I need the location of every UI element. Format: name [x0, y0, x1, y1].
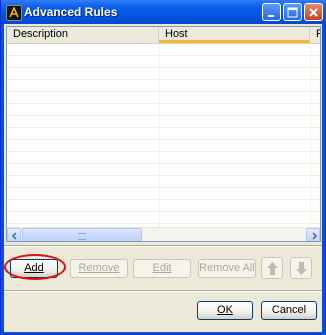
list-rows[interactable] [7, 44, 320, 228]
close-button[interactable] [304, 3, 323, 21]
remove-button[interactable]: Remove [70, 259, 128, 278]
list-row-empty[interactable] [7, 128, 320, 140]
cancel-button-label: Cancel [271, 304, 307, 316]
scroll-left-icon [11, 232, 17, 240]
scroll-left-button[interactable] [7, 228, 21, 241]
list-row-empty[interactable] [7, 176, 320, 188]
remove-all-button-label: Remove All [199, 262, 255, 274]
ok-button[interactable]: OK [197, 301, 253, 320]
list-row-empty[interactable] [7, 140, 320, 152]
list-row-empty[interactable] [7, 104, 320, 116]
app-icon [6, 5, 22, 21]
move-down-icon [296, 262, 307, 275]
rules-list[interactable]: Description Host Po [6, 26, 321, 242]
remove-button-label: Remove [78, 262, 120, 274]
dialog-body: Description Host Po [4, 24, 322, 332]
scroll-right-icon [312, 232, 318, 240]
column-header-host[interactable]: Host [159, 27, 310, 43]
title-bar[interactable]: Advanced Rules [1, 0, 326, 24]
list-row-empty[interactable] [7, 56, 320, 68]
add-button-label: Add [24, 262, 44, 274]
list-row-empty[interactable] [7, 92, 320, 104]
list-row-empty[interactable] [7, 80, 320, 92]
scroll-thumb[interactable] [22, 228, 142, 241]
column-header-port[interactable]: Po [310, 27, 320, 42]
window-title: Advanced Rules [24, 5, 118, 19]
list-row-empty[interactable] [7, 152, 320, 164]
maximize-button[interactable] [283, 3, 302, 21]
maximize-icon [287, 7, 298, 18]
list-row-empty[interactable] [7, 200, 320, 212]
scroll-right-button[interactable] [306, 228, 320, 241]
move-up-icon [267, 262, 278, 275]
list-row-empty[interactable] [7, 188, 320, 200]
edit-button-label: Edit [152, 262, 172, 274]
scroll-grip [78, 233, 86, 240]
move-down-button[interactable] [290, 257, 312, 279]
list-row-empty[interactable] [7, 164, 320, 176]
add-button[interactable]: Add [10, 259, 58, 278]
horizontal-scrollbar[interactable] [7, 227, 320, 241]
minimize-button[interactable] [262, 3, 281, 21]
separator [4, 290, 322, 292]
list-header: Description Host Po [7, 27, 320, 44]
list-row-empty[interactable] [7, 116, 320, 128]
column-header-description[interactable]: Description [7, 27, 159, 42]
list-row-empty[interactable] [7, 44, 320, 56]
list-row-empty[interactable] [7, 212, 320, 224]
list-row-empty[interactable] [7, 68, 320, 80]
minimize-icon [268, 15, 274, 17]
move-up-button[interactable] [261, 257, 283, 279]
remove-all-button[interactable]: Remove All [198, 259, 256, 278]
cancel-button[interactable]: Cancel [261, 301, 317, 320]
close-icon [309, 8, 318, 17]
advanced-rules-dialog: Advanced Rules Description Host Po [0, 0, 326, 335]
ok-button-label: OK [217, 304, 233, 316]
edit-button[interactable]: Edit [133, 259, 191, 278]
separator [4, 245, 322, 247]
